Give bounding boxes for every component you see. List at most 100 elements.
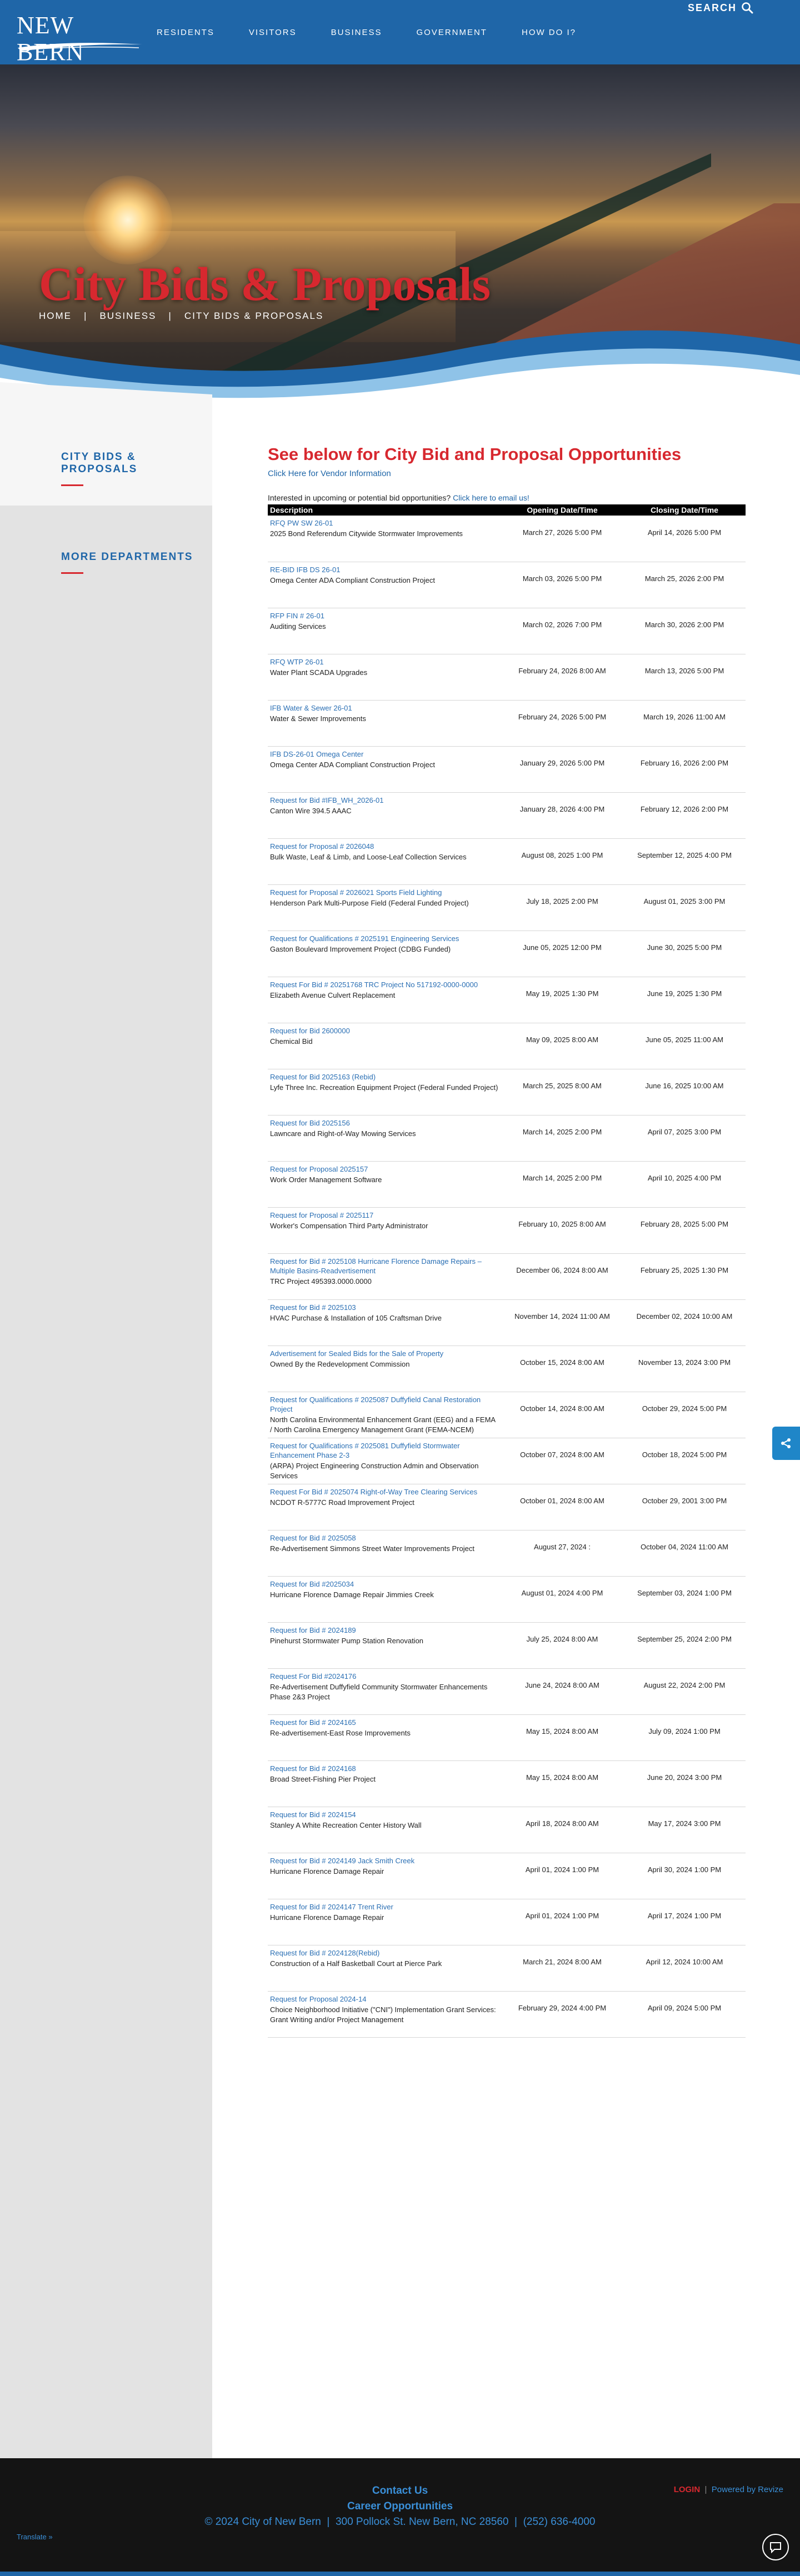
search-button[interactable]: SEARCH: [688, 2, 753, 14]
bid-link[interactable]: RE-BID IFB DS 26-01: [270, 565, 499, 574]
bid-link[interactable]: RFP FIN # 26-01: [270, 611, 499, 621]
bid-link[interactable]: Request for Proposal # 2026021 Sports Fi…: [270, 888, 499, 897]
bid-link[interactable]: Request for Proposal 2025157: [270, 1164, 499, 1174]
bid-summary: Stanley A White Recreation Center Histor…: [270, 1820, 422, 1829]
bid-summary: Owned By the Redevelopment Commission: [270, 1359, 410, 1368]
bid-summary: North Carolina Environmental Enhancement…: [270, 1415, 496, 1434]
vendor-info-link[interactable]: Click Here for Vendor Information: [268, 469, 391, 478]
bid-link[interactable]: Request for Proposal # 2026048: [270, 842, 499, 851]
bid-opening-date: January 29, 2026 5:00 PM: [501, 746, 623, 793]
bid-link[interactable]: IFB DS-26-01 Omega Center: [270, 749, 499, 759]
bid-link[interactable]: Request for Bid #2025034: [270, 1579, 499, 1589]
bid-opening-date: August 27, 2024 :: [501, 1530, 623, 1577]
bid-closing-date: April 07, 2025 3:00 PM: [623, 1115, 746, 1162]
bid-description: RFQ PW SW 26-01 2025 Bond Referendum City…: [268, 516, 501, 562]
bid-summary: Omega Center ADA Compliant Construction …: [270, 576, 435, 584]
bid-summary: Broad Street-Fishing Pier Project: [270, 1774, 376, 1783]
share-button[interactable]: [772, 1427, 800, 1460]
table-row: Request for Proposal 2025157 Work Order M…: [268, 1161, 746, 1208]
bid-link[interactable]: Request For Bid #2024176: [270, 1672, 499, 1681]
bid-closing-date: September 25, 2024 2:00 PM: [623, 1622, 746, 1669]
nav-how-do-i[interactable]: HOW DO I?: [522, 28, 576, 37]
login-link[interactable]: LOGIN: [674, 2485, 701, 2494]
bid-closing-date: February 16, 2026 2:00 PM: [623, 746, 746, 793]
bid-closing-date: June 19, 2025 1:30 PM: [623, 977, 746, 1023]
table-row: Request for Proposal 2024-14 Choice Neigh…: [268, 1991, 746, 2038]
sidebar-current-section: CITY BIDS & PROPOSALS: [0, 406, 212, 506]
bid-link[interactable]: Request for Qualifications # 2025087 Duf…: [270, 1395, 499, 1414]
bid-opening-date: March 14, 2025 2:00 PM: [501, 1115, 623, 1162]
bid-description: Request for Qualifications # 2025191 Eng…: [268, 931, 501, 977]
bid-link[interactable]: Request for Proposal 2024-14: [270, 1994, 499, 2004]
bid-link[interactable]: Request for Qualifications # 2025081 Duf…: [270, 1441, 499, 1460]
table-row: Request for Bid # 2024147 Trent River Hur…: [268, 1899, 746, 1945]
table-row: RE-BID IFB DS 26-01 Omega Center ADA Comp…: [268, 562, 746, 608]
chat-button[interactable]: [762, 2534, 789, 2560]
bid-description: Request for Bid 2025156 Lawncare and Righ…: [268, 1115, 501, 1162]
bid-link[interactable]: IFB Water & Sewer 26-01: [270, 703, 499, 713]
bid-summary: Worker's Compensation Third Party Admini…: [270, 1221, 428, 1230]
translate-link[interactable]: Translate »: [17, 2533, 53, 2541]
email-us-link[interactable]: Click here to email us!: [453, 493, 529, 502]
bid-link[interactable]: Request for Bid 2600000: [270, 1026, 499, 1036]
bid-link[interactable]: Request for Bid #IFB_WH_2026-01: [270, 796, 499, 805]
nav-business[interactable]: BUSINESS: [331, 28, 382, 37]
bid-link[interactable]: Request for Bid 2025163 (Rebid): [270, 1072, 499, 1082]
bid-link[interactable]: RFQ WTP 26-01: [270, 657, 499, 667]
bid-description: IFB Water & Sewer 26-01 Water & Sewer Imp…: [268, 700, 501, 747]
powered-by-link[interactable]: Powered by Revize: [712, 2485, 783, 2494]
bid-closing-date: April 10, 2025 4:00 PM: [623, 1161, 746, 1208]
bid-opening-date: March 27, 2026 5:00 PM: [501, 516, 623, 562]
bid-closing-date: April 14, 2026 5:00 PM: [623, 516, 746, 562]
bid-closing-date: April 30, 2024 1:00 PM: [623, 1853, 746, 1899]
bid-summary: Henderson Park Multi-Purpose Field (Fede…: [270, 898, 469, 907]
bid-link[interactable]: Advertisement for Sealed Bids for the Sa…: [270, 1349, 499, 1358]
bid-link[interactable]: Request For Bid # 2025074 Right-of-Way T…: [270, 1487, 499, 1497]
bid-link[interactable]: Request for Bid # 2024128(Rebid): [270, 1948, 499, 1958]
sidebar-item-city-bids[interactable]: CITY BIDS & PROPOSALS: [61, 451, 212, 476]
bid-link[interactable]: Request For Bid # 20251768 TRC Project N…: [270, 980, 499, 989]
table-row: Request for Qualifications # 2025191 Eng…: [268, 931, 746, 977]
bid-link[interactable]: RFQ PW SW 26-01: [270, 518, 499, 528]
bid-link[interactable]: Request for Bid # 2024149 Jack Smith Cre…: [270, 1856, 499, 1865]
nav-government[interactable]: GOVERNMENT: [416, 28, 487, 37]
bid-link[interactable]: Request for Bid # 2024147 Trent River: [270, 1902, 499, 1912]
bid-opening-date: October 14, 2024 8:00 AM: [501, 1392, 623, 1438]
bid-link[interactable]: Request for Bid # 2024189: [270, 1625, 499, 1635]
bid-link[interactable]: Request for Bid # 2025108 Hurricane Flor…: [270, 1257, 499, 1276]
bid-closing-date: June 30, 2025 5:00 PM: [623, 931, 746, 977]
bid-link[interactable]: Request for Bid # 2025058: [270, 1533, 499, 1543]
bid-closing-date: March 25, 2026 2:00 PM: [623, 562, 746, 608]
table-row: Request For Bid # 2025074 Right-of-Way T…: [268, 1484, 746, 1530]
bid-summary: Re-advertisement-East Rose Improvements: [270, 1728, 411, 1737]
bid-link[interactable]: Request for Bid 2025156: [270, 1118, 499, 1128]
chat-icon: [770, 2542, 781, 2553]
table-row: Request for Qualifications # 2025081 Duf…: [268, 1438, 746, 1484]
nav-residents[interactable]: RESIDENTS: [157, 28, 214, 37]
bid-link[interactable]: Request for Qualifications # 2025191 Eng…: [270, 934, 499, 943]
bid-link[interactable]: Request for Bid # 2024165: [270, 1718, 499, 1727]
bid-closing-date: September 12, 2025 4:00 PM: [623, 838, 746, 885]
footer-careers-link[interactable]: Career Opportunities: [0, 2500, 800, 2513]
bid-summary: 2025 Bond Referendum Citywide Stormwater…: [270, 529, 463, 538]
bid-link[interactable]: Request for Bid # 2025103: [270, 1303, 499, 1312]
bid-opening-date: April 01, 2024 1:00 PM: [501, 1899, 623, 1945]
bid-opening-date: May 15, 2024 8:00 AM: [501, 1714, 623, 1761]
bid-link[interactable]: Request for Bid # 2024168: [270, 1764, 499, 1773]
bid-opening-date: March 21, 2024 8:00 AM: [501, 1945, 623, 1992]
site-logo[interactable]: NEW BERN: [17, 12, 144, 66]
sidebar-item-more-departments[interactable]: MORE DEPARTMENTS: [61, 551, 212, 563]
bid-closing-date: July 09, 2024 1:00 PM: [623, 1714, 746, 1761]
bid-description: Request for Qualifications # 2025087 Duf…: [268, 1392, 501, 1438]
nav-visitors[interactable]: VISITORS: [249, 28, 297, 37]
bid-opening-date: October 01, 2024 8:00 AM: [501, 1484, 623, 1530]
footer-phone-link[interactable]: (252) 636-4000: [523, 2516, 596, 2528]
table-row: Request for Qualifications # 2025087 Duf…: [268, 1392, 746, 1438]
main-nav: RESIDENTS VISITORS BUSINESS GOVERNMENT H…: [157, 28, 611, 37]
bid-opening-date: July 25, 2024 8:00 AM: [501, 1622, 623, 1669]
bid-description: RE-BID IFB DS 26-01 Omega Center ADA Comp…: [268, 562, 501, 608]
table-row: Request for Bid # 2024149 Jack Smith Cre…: [268, 1853, 746, 1899]
bid-closing-date: March 30, 2026 2:00 PM: [623, 608, 746, 654]
bid-link[interactable]: Request for Bid # 2024154: [270, 1810, 499, 1819]
bid-link[interactable]: Request for Proposal # 2025117: [270, 1211, 499, 1220]
